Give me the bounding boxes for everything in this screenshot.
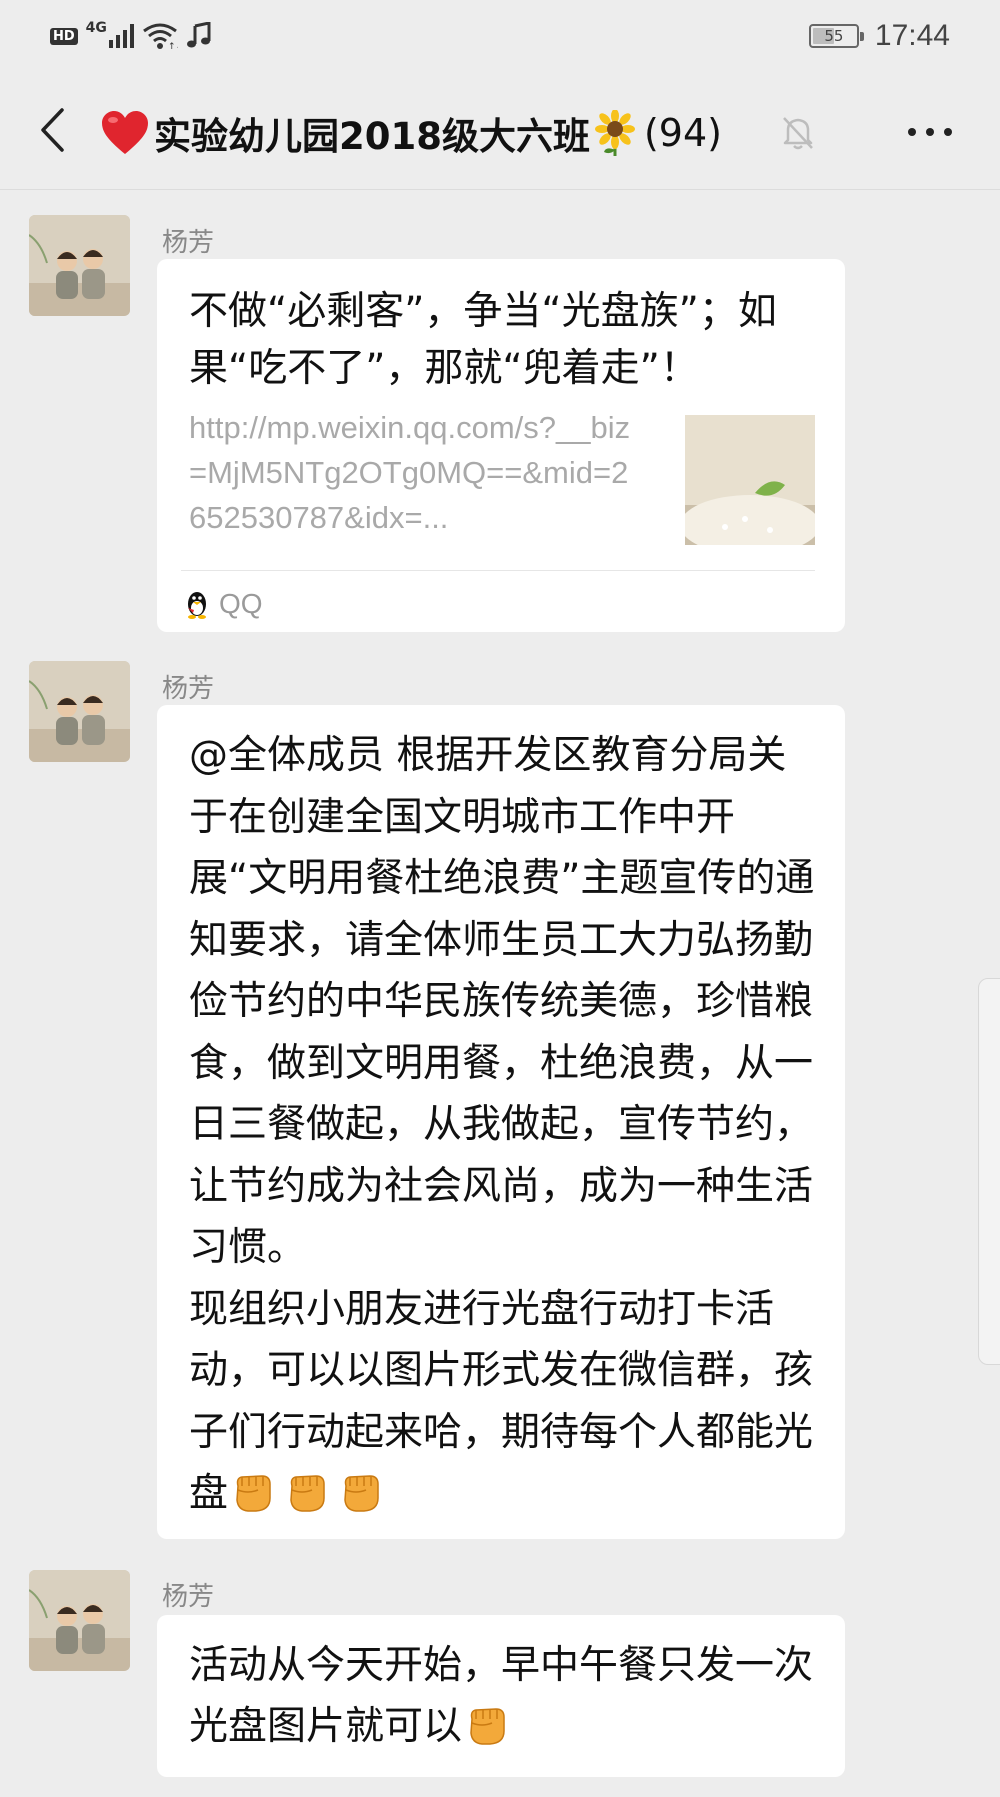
back-button[interactable]: [30, 102, 74, 158]
chat-screen: HD 4G ↑↓: [0, 0, 1000, 1797]
group-name: 实验幼儿园2018级大六班: [154, 115, 590, 158]
link-card[interactable]: 不做“必剩客”，争当“光盘族”；如果“吃不了”，那就“兜着走”！ http://…: [157, 259, 845, 632]
back-icon: [41, 108, 64, 152]
edge-scroll-handle[interactable]: [978, 978, 1000, 1365]
more-icon[interactable]: [900, 112, 960, 152]
emoji-row: [228, 1471, 390, 1516]
status-right: 55 17:44: [808, 14, 950, 58]
message-text: 活动从今天开始，早中午餐只发一次光盘图片就可以: [189, 1635, 819, 1757]
heart-emoji-icon: [102, 111, 148, 154]
fist-emoji-icon: [282, 1468, 330, 1514]
status-bar: HD 4G ↑↓: [0, 0, 1000, 72]
fist-emoji-icon: [462, 1701, 510, 1747]
network-icon: 4G: [85, 20, 107, 36]
svg-text:↑↓: ↑↓: [168, 42, 178, 50]
sunflower-emoji-icon: [594, 110, 635, 156]
sender-name: 杨芳: [162, 228, 215, 258]
message-text: @全体成员 根据开发区教育分局关于在创建全国文明城市工作中开展“文明用餐杜绝浪费…: [189, 725, 819, 1525]
chat-title[interactable]: 实验幼儿园2018级大六班 (94): [100, 106, 722, 160]
member-count: (94): [643, 111, 722, 155]
link-thumbnail: [685, 415, 815, 545]
message-bubble[interactable]: @全体成员 根据开发区教育分局关于在创建全国文明城市工作中开展“文明用餐杜绝浪费…: [157, 705, 845, 1539]
signal-icon: [108, 24, 134, 48]
fist-emoji-icon: [228, 1468, 276, 1514]
link-source: QQ: [185, 584, 263, 624]
music-icon: [186, 22, 212, 50]
hd-icon: HD: [50, 27, 78, 45]
fist-emoji-icon: [336, 1468, 384, 1514]
sender-name: 杨芳: [162, 674, 215, 704]
clock: 17:44: [874, 19, 950, 52]
avatar[interactable]: [29, 1570, 130, 1671]
battery-level: 55: [824, 27, 844, 45]
battery-icon: 55: [808, 24, 864, 48]
qq-penguin-icon: [188, 592, 206, 619]
mute-bell-icon: [783, 117, 813, 150]
link-title: 不做“必剩客”，争当“光盘族”；如果“吃不了”，那就“兜着走”！: [189, 289, 777, 391]
message-body: @全体成员 根据开发区教育分局关于在创建全国文明城市工作中开展“文明用餐杜绝浪费…: [189, 733, 815, 1516]
sender-name: 杨芳: [162, 1582, 215, 1612]
message-bubble[interactable]: 活动从今天开始，早中午餐只发一次光盘图片就可以: [157, 1615, 845, 1777]
avatar[interactable]: [29, 661, 130, 762]
status-indicators: HD 4G ↑↓: [50, 16, 212, 56]
link-url: http://mp.weixin.qq.com/s?__biz=MjM5NTg2…: [189, 410, 631, 535]
chat-header: 实验幼儿园2018级大六班 (94): [0, 72, 1000, 190]
source-label: QQ: [219, 588, 263, 619]
emoji-row: [462, 1704, 516, 1749]
divider: [181, 570, 815, 571]
wifi-icon: ↑↓: [142, 22, 178, 50]
avatar[interactable]: [29, 215, 130, 316]
